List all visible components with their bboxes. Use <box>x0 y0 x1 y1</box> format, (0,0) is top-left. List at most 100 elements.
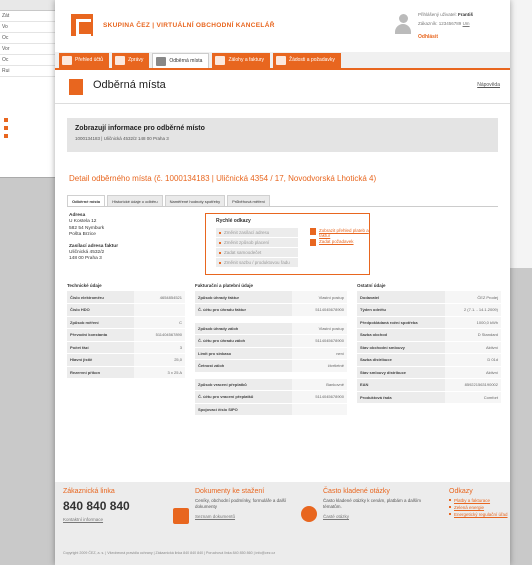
field-label: Počet fází <box>67 341 135 354</box>
technical-data-column: Technické údaje Číslo elektroměru 4654854… <box>67 283 185 379</box>
quick-link-self-reading[interactable]: Zadat samoodečet <box>216 248 298 258</box>
footer-link-green-energy[interactable]: Zelená energie <box>449 505 509 512</box>
footer-contact-link[interactable]: Kontaktní informace <box>63 517 173 522</box>
field-label: Spojovací číslo SIPO <box>195 403 293 416</box>
subtab-consumption-point[interactable]: Odběrné místo <box>67 195 106 206</box>
field-value: D 01d <box>445 353 501 367</box>
field-value: Bankovně <box>292 378 347 391</box>
cez-logo-icon[interactable] <box>71 14 93 37</box>
info-box: Zobrazují informace pro odběrné místo 10… <box>67 118 498 152</box>
footer-links-heading: Odkazy <box>449 488 473 495</box>
footer-links-list: Platby a fakturace Zelená energie Energe… <box>449 498 509 519</box>
quick-link-change-rate[interactable]: Změnit sazbu / produktovou řadu <box>216 258 298 268</box>
field-label: Způsob vracení přeplatků <box>195 378 293 391</box>
field-value: Aktivní <box>445 341 501 354</box>
consumption-point-icon <box>69 79 83 95</box>
field-value: 5114045678900 <box>292 390 347 404</box>
field-value: D Standard <box>445 328 501 342</box>
quick-link-change-address[interactable]: Změnit zasílací adresu <box>216 228 298 238</box>
page-header: SKUPINA ČEZ | VIRTUÁLNÍ OBCHODNÍ KANCELÁ… <box>55 0 510 52</box>
table-row: Produktová řada Comfort <box>357 391 501 404</box>
table-row: Spojovací číslo SIPO <box>195 403 347 416</box>
address-line: 148 00 Praha 3 <box>69 256 102 262</box>
other-data-heading: Ostatní údaje <box>357 283 386 288</box>
field-label: Limit pro sinkaso <box>195 347 293 360</box>
tab-advances-invoices[interactable]: Zálohy a faktury <box>212 53 271 68</box>
table-row: Způsob vracení přeplatků Bankovně <box>195 378 347 391</box>
field-label: Produktová řada <box>357 391 446 404</box>
field-label: Hlavní jistič <box>67 353 135 367</box>
page-titlebar: Odběrná místa Nápověda <box>55 70 510 104</box>
subtab-measured-values[interactable]: Naměřené hodnoty spotřeby <box>164 195 226 206</box>
tab-consumption-points[interactable]: Odběrná místa <box>152 53 210 68</box>
copyright: Copyright 2009 ČEZ, a. s. | Všeobecná pr… <box>63 551 276 555</box>
link-submit-request[interactable]: Zadat požadavek <box>310 239 370 250</box>
quick-links-title: Rychlé odkazy <box>216 218 251 224</box>
field-label: EAN <box>357 378 446 392</box>
accounts-icon <box>62 56 72 65</box>
tab-messages[interactable]: Zprávy <box>112 53 150 68</box>
field-value: 3 <box>134 341 185 354</box>
brand-title: SKUPINA ČEZ | VIRTUÁLNÍ OBCHODNÍ KANCELÁ… <box>103 22 275 29</box>
field-value: Vlastní postup <box>292 322 347 335</box>
bg-window-row: Vo <box>0 22 61 33</box>
field-label: Způsob měření <box>67 316 135 329</box>
table-row: Počet fází 3 <box>67 341 185 354</box>
field-value: čtvrtletně <box>292 359 347 373</box>
other-data-table: Dodavatel ČEZ Prodej Týden odečtu 2 (7.1. -… <box>357 291 501 404</box>
footer-link-regulatory[interactable]: Energetický regulační úřad <box>449 512 509 519</box>
field-label: Převodní konstanta <box>67 328 135 342</box>
desktop: Zát Vo Oc Vor Oc Rui SKUPINA ČEZ | VIRTU… <box>0 0 532 565</box>
subtab-interval-measurement[interactable]: Průběhová měření <box>227 195 270 206</box>
footer-documents-text: Ceníky, obchodní podmínky, formuláře a d… <box>195 498 287 509</box>
billing-data-column: Fakturační a platební údaje Způsob úhrad… <box>195 283 347 416</box>
field-value <box>292 403 347 416</box>
footer-phone-number: 840 840 840 <box>63 499 130 513</box>
tab-requests[interactable]: Žádosti a požadavky <box>273 53 341 68</box>
quick-links-panel: Rychlé odkazy Změnit zasílací adresu Změ… <box>205 213 370 275</box>
user-info-line2: Zákazník: 123456789 Um <box>418 21 470 26</box>
user-info-line1: Přihlášený uživatel: Františ <box>418 12 474 17</box>
billing-data-table: Způsob úhrady faktur Vlastní postup Č. účt… <box>195 291 347 416</box>
subtab-history[interactable]: Historické údaje o odběru <box>107 195 163 206</box>
help-link[interactable]: Nápověda <box>477 82 500 88</box>
portal-page: SKUPINA ČEZ | VIRTUÁLNÍ OBCHODNÍ KANCELÁ… <box>55 0 510 565</box>
bg-window-markers <box>4 118 8 142</box>
table-row: Sazba distribuce D 01d <box>357 353 501 367</box>
faq-icon <box>301 506 317 522</box>
table-row: Převodní konstanta 511404567890 <box>67 328 185 342</box>
user-name: Františ <box>458 12 474 17</box>
link-payments-overview[interactable]: Zobrazit přehled plateb a faktur <box>310 228 370 239</box>
detail-content: Adresa U Kostela 12 582 54 Nymburk Pošta… <box>55 207 510 507</box>
footer-link-payments[interactable]: Platby a fakturace <box>449 498 509 505</box>
field-value: 1000,0 kWh <box>445 316 501 329</box>
logout-link[interactable]: Odhlásit <box>418 34 438 40</box>
field-value: 859221563190002 <box>445 378 501 392</box>
technical-data-heading: Technické údaje <box>67 283 102 288</box>
page-footer: Zákaznická linka 840 840 840 Kontaktní i… <box>55 482 510 565</box>
bg-window-row: Rui <box>0 66 61 77</box>
footer-faq: Často kladené otázky Často kladené otázk… <box>323 488 433 519</box>
avatar-icon <box>394 14 412 38</box>
info-heading: Zobrazují informace pro odběrné místo <box>75 125 205 132</box>
consumption-point-icon <box>156 57 167 66</box>
field-label: Číslo elektroměru <box>67 291 135 304</box>
table-row: Způsob úhrady záloh Vlastní postup <box>195 322 347 335</box>
field-value: Vlastní postup <box>292 291 347 304</box>
address-line: Pošta Brzice <box>69 232 96 238</box>
field-value: 3 x 25 A <box>134 366 185 379</box>
field-value: 25,0 <box>134 353 185 367</box>
table-row: Způsob úhrady faktur Vlastní postup <box>195 291 347 304</box>
field-value: 4654854521 <box>134 291 185 304</box>
table-row: Sazba obchod D Standard <box>357 328 501 342</box>
field-value: ČEZ Prodej <box>445 291 501 304</box>
field-label: Dodavatel <box>357 291 446 304</box>
quick-link-change-payment[interactable]: Změnit způsob placení <box>216 238 298 248</box>
footer-documents-link[interactable]: Seznam dokumentů <box>195 514 305 519</box>
footer-customer-line: Zákaznická linka 840 840 840 Kontaktní i… <box>63 488 173 522</box>
main-nav: Přehled účtů Zprávy Odběrná místa Zálohy… <box>55 52 510 70</box>
billing-data-heading: Fakturační a platební údaje <box>195 283 254 288</box>
table-row: Stav smlouvy distribuce Aktivní <box>357 366 501 379</box>
tab-accounts-overview[interactable]: Přehled účtů <box>59 53 110 68</box>
footer-faq-link[interactable]: Časté otázky <box>323 514 433 519</box>
